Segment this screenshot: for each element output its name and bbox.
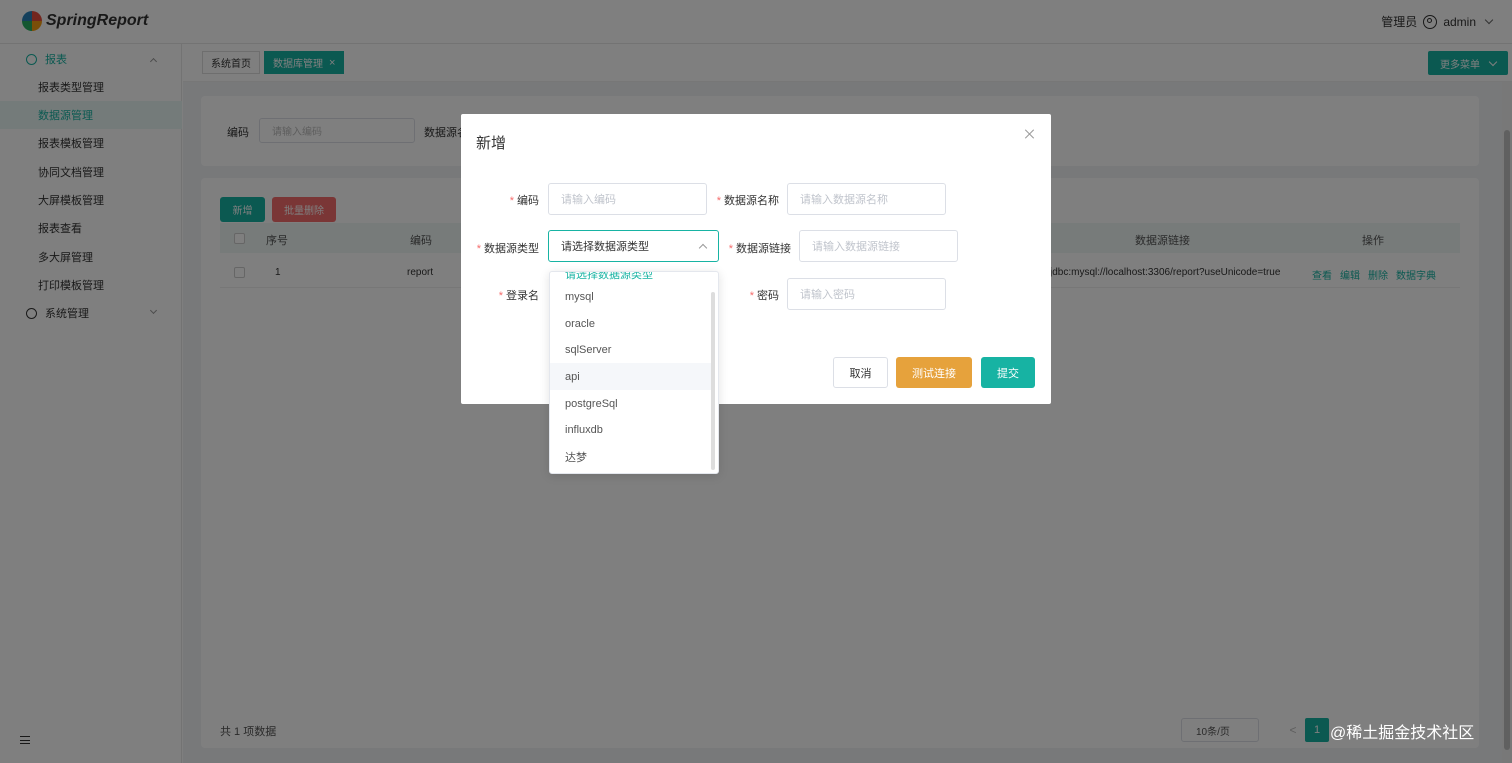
option-api[interactable]: api (550, 363, 714, 390)
select-value: 请选择数据源类型 (561, 241, 649, 253)
code-field[interactable]: 请输入编码 (548, 183, 707, 215)
option-sqlserver[interactable]: sqlServer (550, 336, 714, 363)
password-field-label: * 密码 (731, 287, 779, 303)
label-text: 数据源链接 (736, 243, 791, 255)
label-text: 数据源名称 (724, 195, 779, 207)
option-postgresql[interactable]: postgreSql (550, 390, 714, 417)
label-text: 数据源类型 (484, 243, 539, 255)
option-influxdb[interactable]: influxdb (550, 416, 714, 443)
required-mark: * (476, 243, 481, 255)
name-field[interactable]: 请输入数据源名称 (787, 183, 946, 215)
placeholder: 请输入数据源链接 (812, 241, 900, 253)
option-mysql[interactable]: mysql (550, 283, 714, 310)
link-field[interactable]: 请输入数据源链接 (799, 230, 958, 262)
password-field[interactable]: 请输入密码 (787, 278, 946, 310)
link-field-label: * 数据源链接 (723, 240, 791, 256)
user-field-label: * 登录名 (491, 287, 539, 303)
watermark: @稀土掘金技术社区 (1330, 725, 1475, 742)
type-dropdown: 请选择数据源类型 mysql oracle sqlServer api post… (549, 271, 719, 474)
close-icon[interactable] (1023, 128, 1037, 142)
dropdown-cut-item: 请选择数据源类型 (565, 271, 653, 281)
dropdown-scrollbar[interactable] (711, 292, 715, 470)
label-text: 编码 (517, 195, 539, 207)
type-select[interactable]: 请选择数据源类型 (548, 230, 719, 262)
required-mark: * (716, 195, 721, 207)
type-field-label: * 数据源类型 (473, 240, 539, 256)
label-text: 登录名 (506, 290, 539, 302)
cancel-button[interactable]: 取消 (833, 357, 888, 388)
required-mark: * (728, 243, 733, 255)
dialog-title: 新增 (476, 135, 507, 152)
chevron-up-icon (698, 243, 708, 253)
name-field-label: * 数据源名称 (711, 192, 779, 208)
label-text: 密码 (757, 290, 779, 302)
placeholder: 请输入密码 (800, 289, 855, 301)
required-mark: * (749, 290, 754, 302)
required-mark: * (509, 195, 514, 207)
required-mark: * (498, 290, 503, 302)
submit-button[interactable]: 提交 (981, 357, 1035, 388)
option-oracle[interactable]: oracle (550, 310, 714, 337)
code-field-label: * 编码 (501, 192, 539, 208)
option-dameng[interactable]: 达梦 (550, 443, 714, 470)
test-connection-button[interactable]: 测试连接 (896, 357, 972, 388)
placeholder: 请输入数据源名称 (800, 194, 888, 206)
placeholder: 请输入编码 (561, 194, 616, 206)
